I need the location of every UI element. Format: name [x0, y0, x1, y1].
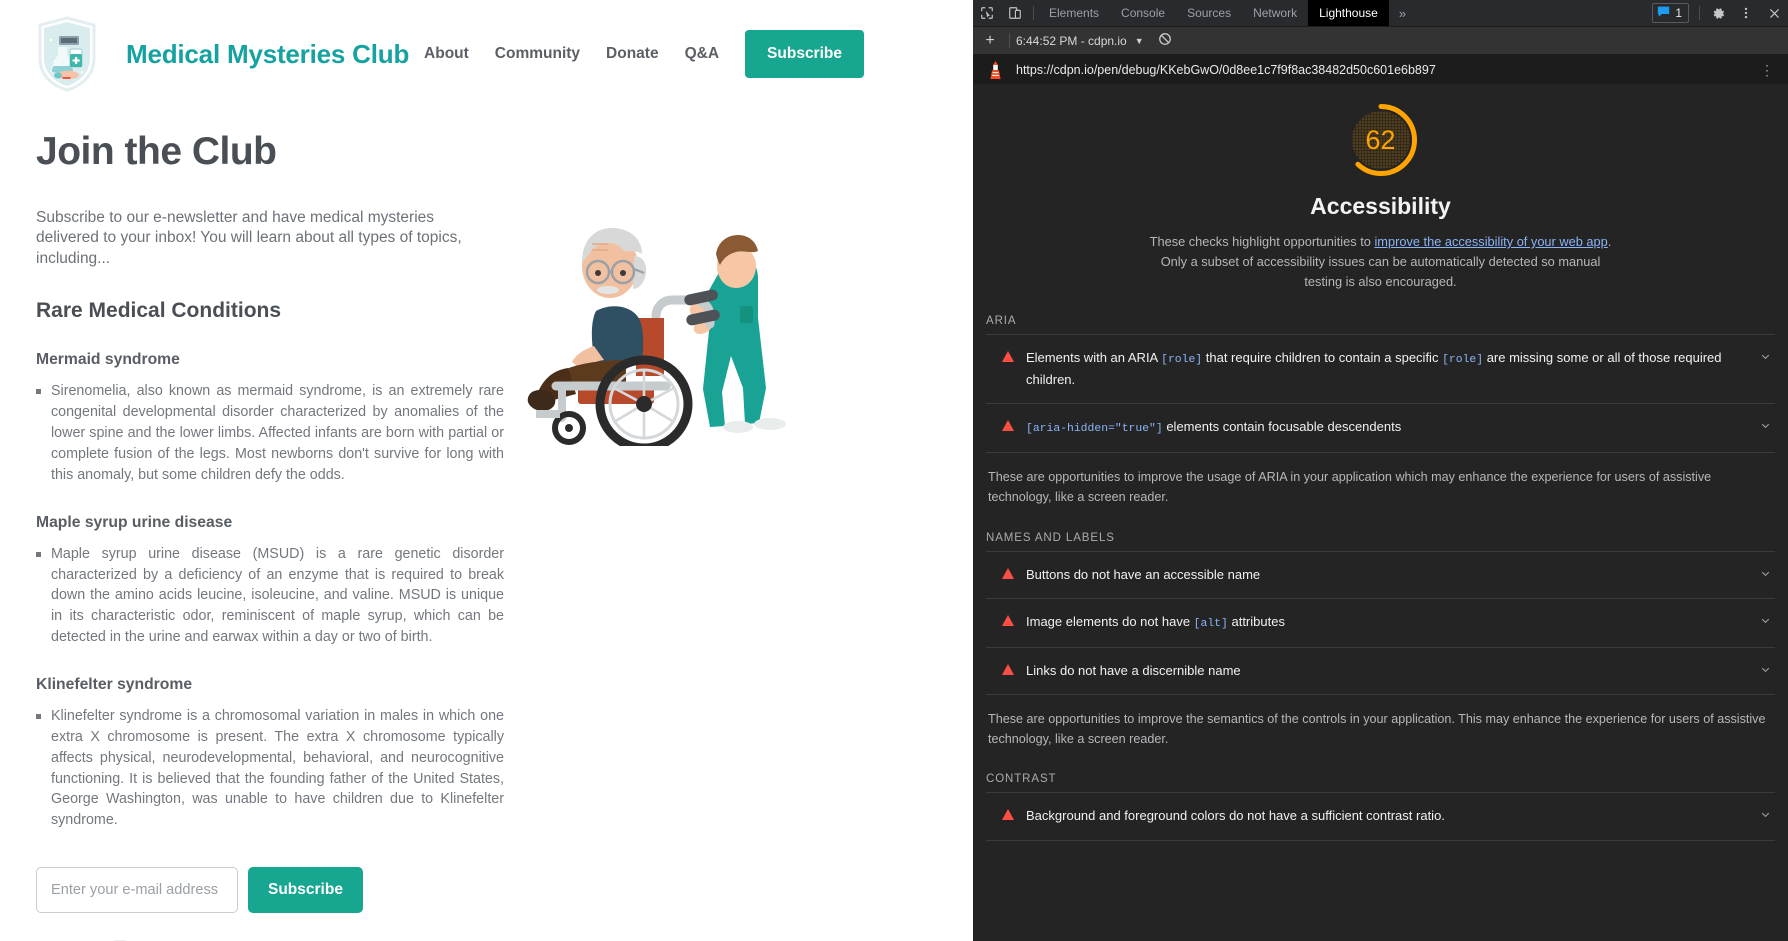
subscribe-submit-button[interactable]: Subscribe [248, 867, 363, 914]
audit-title: Image elements do not have [alt] attribu… [1026, 613, 1285, 630]
audit-row[interactable]: Elements with an ARIA [role] that requir… [986, 334, 1775, 403]
category-description-pre: These checks highlight opportunities to [1149, 234, 1375, 249]
issues-message-icon [1657, 5, 1670, 21]
condition-list-1: Sirenomelia, also known as mermaid syndr… [36, 381, 504, 485]
nav-link-qa[interactable]: Q&A [685, 45, 719, 63]
nav-subscribe-button[interactable]: Subscribe [745, 30, 864, 78]
score-value: 62 [1365, 124, 1396, 155]
tab-network[interactable]: Network [1242, 0, 1308, 26]
audit-row[interactable]: Background and foreground colors do not … [986, 792, 1775, 841]
newsletter-form: Subscribe [36, 867, 937, 914]
lighthouse-icon [987, 60, 1004, 80]
group-label-contrast: CONTRAST [986, 773, 1057, 786]
chevron-down-icon[interactable] [1759, 419, 1773, 435]
clear-all-icon[interactable] [1158, 32, 1172, 49]
fail-triangle-icon [1002, 809, 1014, 821]
kebab-menu-icon[interactable]: ⋮ [1754, 63, 1780, 77]
audit-row[interactable]: Buttons do not have an accessible name [986, 550, 1775, 598]
group-description-names-and-labels: These are opportunities to improve the s… [988, 711, 1766, 747]
lighthouse-subbar: + 6:44:52 PM - cdpn.io ▼ [973, 27, 1788, 55]
score-block: 62 Accessibility These checks highlight … [986, 84, 1775, 291]
group-label-names-and-labels: NAMES AND LABELS [986, 531, 1115, 544]
lighthouse-report: 62 Accessibility These checks highlight … [973, 84, 1788, 941]
list-item: Klinefelter syndrome is a chromosomal va… [36, 706, 504, 831]
condition-title-2: Maple syrup urine disease [36, 513, 233, 531]
tab-console[interactable]: Console [1110, 0, 1176, 26]
condition-list-3: Klinefelter syndrome is a chromosomal va… [36, 706, 504, 831]
fail-triangle-icon [1002, 567, 1014, 579]
audit-title: Elements with an ARIA [role] that requir… [1026, 350, 1722, 388]
accessibility-docs-link[interactable]: improve the accessibility of your web ap… [1374, 234, 1607, 249]
tab-elements[interactable]: Elements [1038, 0, 1110, 26]
more-tabs-icon[interactable]: » [1389, 0, 1416, 26]
audit-list-contrast: Background and foreground colors do not … [986, 792, 1775, 841]
list-item: Sirenomelia, also known as mermaid syndr… [36, 381, 504, 485]
condition-title-3: Klinefelter syndrome [36, 675, 193, 693]
category-title: Accessibility [1310, 193, 1451, 219]
inspect-element-icon[interactable] [973, 0, 1001, 26]
audit-row[interactable]: [aria-hidden="true"] elements contain fo… [986, 403, 1775, 453]
audit-title: Links do not have a discernible name [1026, 662, 1241, 678]
category-description: These checks highlight opportunities to … [1141, 232, 1621, 291]
chevron-down-icon[interactable]: ▼ [1135, 36, 1144, 46]
fail-triangle-icon [1002, 614, 1014, 626]
report-run-label[interactable]: 6:44:52 PM - cdpn.io [1016, 34, 1127, 48]
code-token: [role] [1442, 354, 1484, 367]
chevron-down-icon[interactable] [1759, 663, 1773, 679]
main-navigation: About Community Donate Q&A Subscribe [424, 30, 973, 78]
code-token: [role] [1161, 354, 1203, 367]
audit-list-aria: Elements with an ARIA [role] that requir… [986, 334, 1775, 453]
condition-list-2: Maple syrup urine disease (MSUD) is a ra… [36, 544, 504, 648]
accessibility-score-gauge: 62 [1341, 100, 1421, 180]
site-header: Medical Mysteries Club About Community D… [0, 0, 973, 108]
chevron-down-icon[interactable] [1759, 567, 1773, 583]
report-url: https://cdpn.io/pen/debug/KKebGwO/0d8ee1… [1016, 62, 1436, 77]
gear-icon[interactable] [1704, 0, 1732, 26]
website-preview-pane: Medical Mysteries Club About Community D… [0, 0, 973, 941]
code-token: [alt] [1193, 617, 1228, 630]
audit-list-names-and-labels: Buttons do not have an accessible name I… [986, 550, 1775, 695]
chevron-down-icon[interactable] [1759, 350, 1773, 366]
page-title: Join the Club [36, 130, 277, 173]
chevron-down-icon[interactable] [1759, 808, 1773, 824]
fail-triangle-icon [1002, 351, 1014, 363]
chevron-down-icon[interactable] [1759, 614, 1773, 630]
audit-title: Background and foreground colors do not … [1026, 808, 1445, 824]
code-token: [aria-hidden="true"] [1026, 423, 1163, 436]
page-content: Join the Club Subscribe to our e-newslet… [0, 130, 973, 941]
plus-icon[interactable]: + [977, 27, 1003, 54]
audit-title: [aria-hidden="true"] elements contain fo… [1026, 419, 1402, 436]
nav-link-community[interactable]: Community [495, 45, 580, 63]
fail-triangle-icon [1002, 663, 1014, 675]
nav-link-about[interactable]: About [424, 45, 469, 63]
toolbar-divider-2 [1699, 6, 1700, 20]
devtools-panel: Elements Console Sources Network Lightho… [973, 0, 1788, 941]
report-urlbar: https://cdpn.io/pen/debug/KKebGwO/0d8ee1… [973, 55, 1788, 84]
tab-lighthouse[interactable]: Lighthouse [1308, 0, 1389, 26]
fail-triangle-icon [1002, 420, 1014, 432]
audit-title: Buttons do not have an accessible name [1026, 566, 1261, 582]
issues-count: 1 [1675, 6, 1682, 20]
group-description-aria: These are opportunities to improve the u… [988, 469, 1712, 505]
toolbar-divider [1033, 6, 1034, 20]
group-label-aria: ARIA [986, 315, 1017, 328]
audit-row[interactable]: Links do not have a discernible name [986, 646, 1775, 695]
intro-paragraph: Subscribe to our e-newsletter and have m… [36, 209, 462, 267]
tab-sources[interactable]: Sources [1176, 0, 1242, 26]
device-toolbar-icon[interactable] [1001, 0, 1029, 26]
medical-shield-logo-icon[interactable] [36, 16, 98, 92]
issues-badge[interactable]: 1 [1652, 3, 1689, 23]
close-icon[interactable] [1760, 0, 1788, 26]
email-field[interactable] [36, 867, 238, 914]
hero-illustration [526, 196, 816, 453]
brand-title: Medical Mysteries Club [126, 38, 410, 69]
list-item: Maple syrup urine disease (MSUD) is a ra… [36, 544, 504, 648]
audit-row[interactable]: Image elements do not have [alt] attribu… [986, 597, 1775, 647]
devtools-toolbar: Elements Console Sources Network Lightho… [973, 0, 1788, 27]
subbar-divider [1009, 33, 1010, 48]
nav-link-donate[interactable]: Donate [606, 45, 659, 63]
kebab-menu-icon[interactable] [1732, 0, 1760, 26]
